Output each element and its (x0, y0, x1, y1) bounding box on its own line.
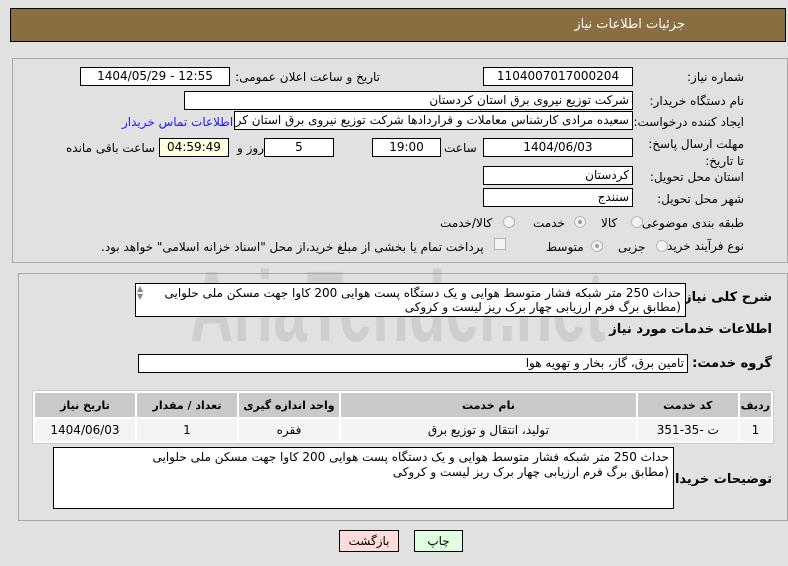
buyer-notes-textarea[interactable]: حداث 250 متر شبکه فشار متوسط هوایی و یک … (53, 447, 674, 509)
table-row: 1 ت -35-351 تولید، انتقال و توزیع برق فق… (35, 419, 771, 441)
service-group-field: تامین برق، گاز، بخار و تهویه هوا (138, 354, 688, 373)
buyer-label: نام دستگاه خریدار: (649, 94, 745, 108)
city-field: سنندج (483, 188, 633, 207)
contact-buyer-link[interactable]: اطلاعات تماس خریدار (122, 115, 233, 129)
city-label: شهر محل تحویل: (657, 192, 744, 206)
cell-code: ت -35-351 (637, 419, 738, 441)
table-header-row: ردیف کد خدمت نام خدمت واحد اندازه گیری ت… (35, 393, 771, 417)
description-textarea[interactable]: حداث 250 متر شبکه فشار متوسط هوایی و یک … (135, 283, 686, 317)
remaining-time-field: 04:59:49 (159, 138, 229, 157)
cell-unit: فقره (239, 419, 339, 441)
col-code: کد خدمت (637, 393, 738, 417)
cell-name: تولید، انتقال و توزیع برق (341, 419, 636, 441)
days-field: 5 (264, 138, 334, 157)
col-date: تاریخ نیاز (35, 393, 135, 417)
col-qty: تعداد / مقدار (137, 393, 237, 417)
process-label: نوع فرآیند خرید : (659, 239, 744, 253)
col-name: نام خدمت (341, 393, 636, 417)
province-field: کردستان (483, 166, 633, 185)
deadline-time-field: 19:00 (372, 138, 441, 157)
time-label: ساعت (444, 141, 477, 155)
need-number-field: 1104007017000204 (483, 67, 633, 86)
deadline-label: مهلت ارسال پاسخ: تا تاریخ: (648, 137, 744, 168)
print-button[interactable]: چاپ (414, 530, 463, 552)
notes-line-2: (مطابق برگ فرم ارزیابی چهار برک ریز لیست… (392, 465, 669, 479)
col-row: ردیف (739, 393, 771, 417)
description-line-2: (مطابق برگ فرم ارزیابی چهار برک ریز لیست… (404, 300, 681, 314)
days-label: روز و (237, 141, 264, 155)
category-radio-goods[interactable] (631, 216, 643, 228)
category-radio-service[interactable] (574, 216, 586, 228)
announce-label: تاریخ و ساعت اعلان عمومی: (235, 70, 380, 84)
service-group-label: گروه خدمت: (692, 356, 772, 371)
category-radio-both[interactable] (503, 216, 515, 228)
cell-qty: 1 (137, 419, 237, 441)
col-unit: واحد اندازه گیری (239, 393, 339, 417)
cell-row: 1 (739, 419, 771, 441)
deadline-date-field: 1404/06/03 (483, 138, 633, 157)
category-label: طبقه بندی موضوعی: (637, 216, 744, 230)
services-section-title: اطلاعات خدمات مورد نیاز (609, 322, 772, 337)
back-button[interactable]: بازگشت (339, 530, 399, 552)
cell-date: 1404/06/03 (35, 419, 135, 441)
services-table: ردیف کد خدمت نام خدمت واحد اندازه گیری ت… (32, 390, 774, 444)
creator-field: سعیده مرادی کارشناس معاملات و قراردادها … (234, 111, 633, 130)
category-option-goods: کالا (601, 216, 618, 230)
notes-line-1: حداث 250 متر شبکه فشار متوسط هوایی و یک … (152, 450, 669, 464)
description-label: شرح کلی نیاز: (678, 290, 772, 305)
process-option-minor: جزیی (618, 240, 646, 254)
page-header: جزئیات اطلاعات نیاز (10, 8, 786, 42)
creator-label: ایجاد کننده درخواست: (633, 115, 744, 129)
buyer-notes-label: توضیحات خریدار: (662, 472, 772, 487)
description-line-1: حداث 250 متر شبکه فشار متوسط هوایی و یک … (164, 286, 681, 300)
treasury-checkbox[interactable] (494, 238, 506, 250)
announce-field: 1404/05/29 - 12:55 (80, 67, 230, 86)
category-option-both: کالا/خدمت (440, 216, 493, 230)
process-radio-minor[interactable] (656, 240, 668, 252)
remaining-label: ساعت باقی مانده (66, 141, 156, 155)
scroll-arrows-icon[interactable]: ▲ ▼ (137, 285, 143, 301)
need-number-label: شماره نیاز: (687, 70, 744, 84)
category-option-service: خدمت (533, 216, 565, 230)
province-label: استان محل تحویل: (649, 170, 744, 184)
page-title: جزئیات اطلاعات نیاز (574, 17, 685, 32)
buyer-field: شرکت توزیع نیروی برق استان کردستان (184, 91, 633, 110)
